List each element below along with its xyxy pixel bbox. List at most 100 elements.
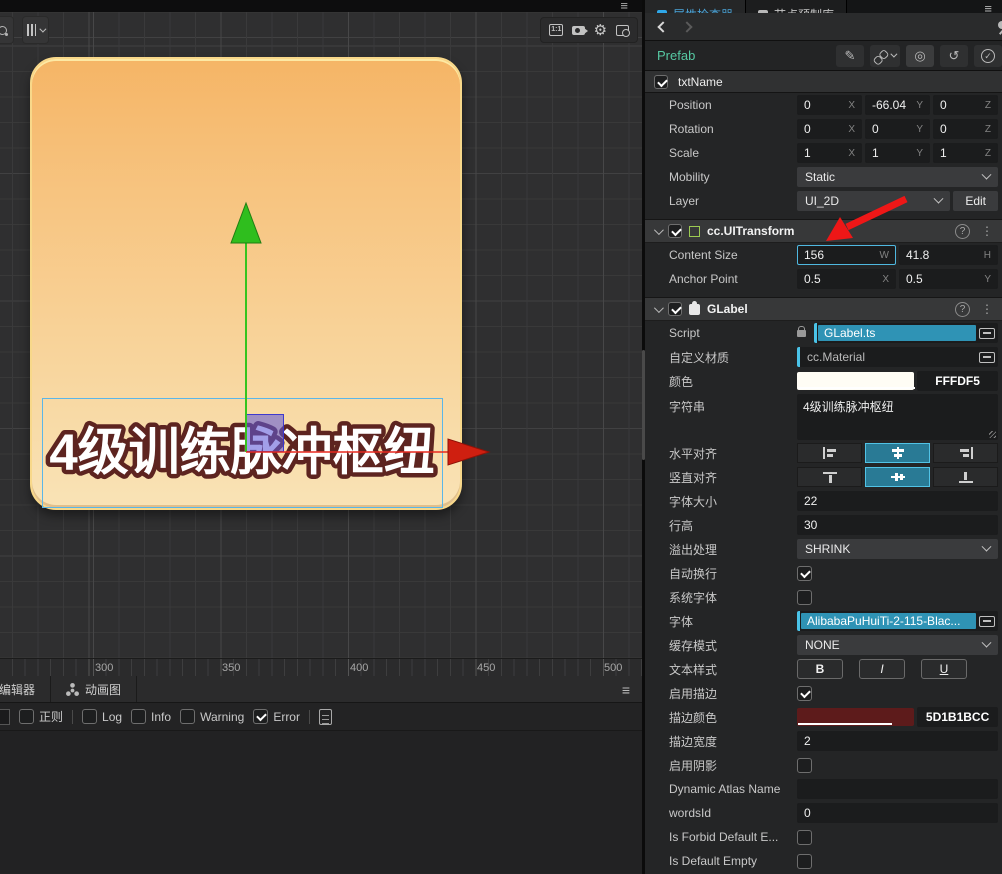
- script-asset-field[interactable]: GLabel.ts: [814, 323, 998, 343]
- gear-icon[interactable]: ⚙: [594, 23, 607, 38]
- prefab-edit-button[interactable]: ✎: [836, 44, 864, 67]
- info-checkbox[interactable]: [131, 709, 147, 724]
- text-style-row: 文本样式 B I U: [645, 657, 1002, 681]
- warning-checkbox[interactable]: [180, 709, 196, 724]
- aspect-ratio-icon[interactable]: 1:1: [549, 24, 564, 36]
- align-right-button[interactable]: [933, 443, 998, 463]
- prefab-unlink-button[interactable]: [870, 44, 900, 67]
- camera-icon[interactable]: [571, 25, 588, 35]
- prefab-apply-button[interactable]: ✓: [974, 44, 1002, 67]
- layer-edit-button[interactable]: Edit: [953, 191, 998, 211]
- color-swatch[interactable]: [797, 372, 916, 390]
- tab-editor[interactable]: 编辑器: [0, 676, 52, 702]
- search-input[interactable]: [0, 708, 10, 725]
- console-log-area[interactable]: [0, 731, 642, 873]
- tab-animation-graph[interactable]: 动画图: [51, 676, 138, 702]
- rotation-x-input[interactable]: 0X: [797, 119, 862, 139]
- filter-error[interactable]: Error: [253, 709, 300, 724]
- more-options-icon[interactable]: ⋮: [981, 302, 993, 316]
- is-default-empty-checkbox[interactable]: [797, 853, 812, 869]
- uitransform-icon: [689, 225, 700, 237]
- scale-x-input[interactable]: 1X: [797, 143, 862, 163]
- align-center-button[interactable]: [865, 443, 930, 463]
- line-height-input[interactable]: 30: [797, 515, 998, 535]
- outline-color-swatch[interactable]: [797, 708, 915, 726]
- position-y-input[interactable]: -66.04 Y: [865, 95, 930, 115]
- glabel-section-header[interactable]: GLabel ? ⋮: [645, 297, 1002, 321]
- mobility-select[interactable]: Static: [797, 167, 998, 187]
- align-bottom-button[interactable]: [933, 467, 998, 487]
- regex-checkbox[interactable]: [19, 709, 34, 724]
- rotation-y-input[interactable]: 0Y: [865, 119, 930, 139]
- prefab-bar: Prefab ✎ ◎ ↺ ✓: [645, 41, 1002, 71]
- tab-label: 节点预制库: [774, 6, 834, 14]
- help-icon[interactable]: ?: [955, 301, 970, 317]
- more-options-icon[interactable]: ⋮: [981, 224, 993, 238]
- scale-y-input[interactable]: 1Y: [865, 143, 930, 163]
- content-size-w-input[interactable]: 156 W: [797, 245, 896, 265]
- prefab-locate-button[interactable]: ◎: [906, 44, 934, 67]
- align-middle-button[interactable]: [865, 467, 930, 487]
- error-checkbox[interactable]: [253, 709, 269, 724]
- image-settings-icon[interactable]: [615, 24, 630, 37]
- prefab-revert-button[interactable]: ↺: [940, 44, 968, 67]
- uitransform-section-header[interactable]: cc.UITransform ? ⋮: [645, 219, 1002, 243]
- anchor-handle[interactable]: [246, 414, 284, 452]
- glabel-enabled-checkbox[interactable]: [668, 302, 682, 316]
- shadow-enable-checkbox[interactable]: [797, 757, 812, 773]
- wrap-checkbox[interactable]: [797, 565, 812, 581]
- node-active-checkbox[interactable]: [654, 74, 668, 89]
- content-size-h-input[interactable]: 41.8 H: [899, 245, 998, 265]
- string-textarea[interactable]: 4级训练脉冲枢纽: [797, 394, 998, 440]
- forward-icon[interactable]: [681, 20, 693, 33]
- document-icon[interactable]: [318, 708, 332, 725]
- content-size-row: Content Size 156 W 41.8 H: [645, 243, 1002, 267]
- cache-mode-select[interactable]: NONE: [797, 635, 998, 655]
- outline-enable-checkbox[interactable]: [797, 685, 812, 701]
- align-left-button[interactable]: [797, 443, 862, 463]
- help-icon[interactable]: ?: [955, 223, 970, 239]
- filter-warning[interactable]: Warning: [180, 709, 244, 724]
- collapse-chevron-icon[interactable]: [653, 224, 664, 235]
- align-left-icon: [822, 447, 836, 459]
- font-asset-field[interactable]: AlibabaPuHuiTi-2-115-Blac...: [797, 611, 998, 631]
- font-size-input[interactable]: 22: [797, 491, 998, 511]
- scale-z-input[interactable]: 1Z: [933, 143, 998, 163]
- back-icon[interactable]: [657, 20, 669, 33]
- uitransform-enabled-checkbox[interactable]: [668, 224, 682, 238]
- console-menu-icon[interactable]: ≡: [622, 682, 630, 698]
- outline-width-input[interactable]: 2: [797, 731, 998, 751]
- italic-button[interactable]: I: [859, 659, 905, 679]
- rotation-z-input[interactable]: 0Z: [933, 119, 998, 139]
- anchor-y-input[interactable]: 0.5 Y: [899, 269, 998, 289]
- layer-select[interactable]: UI_2D: [797, 191, 951, 211]
- filter-info[interactable]: Info: [131, 709, 171, 724]
- position-x-input[interactable]: 0X: [797, 95, 862, 115]
- underline-button[interactable]: U: [921, 659, 967, 679]
- filter-log[interactable]: Log: [82, 709, 122, 724]
- field-label: Rotation: [669, 122, 714, 136]
- log-checkbox[interactable]: [82, 709, 98, 724]
- pin-icon[interactable]: [998, 21, 1002, 29]
- material-asset-field[interactable]: cc.Material: [797, 347, 998, 367]
- words-id-input[interactable]: 0: [797, 803, 998, 823]
- align-top-button[interactable]: [797, 467, 862, 487]
- position-z-input[interactable]: 0Z: [933, 95, 998, 115]
- gizmo-options-button[interactable]: [22, 16, 49, 44]
- outline-color-hex-value[interactable]: 5D1B1BCC: [917, 707, 998, 727]
- scene-tool-button[interactable]: [0, 16, 14, 44]
- node-name[interactable]: txtName: [678, 75, 723, 89]
- scene-view[interactable]: 1:1 ⚙ 4级训练脉冲枢纽: [0, 12, 642, 658]
- tab-property-inspector[interactable]: 属性检查器: [645, 0, 747, 13]
- regex-toggle[interactable]: 正则: [19, 708, 63, 725]
- tab-node-prefab-library[interactable]: 节点预制库: [746, 0, 848, 14]
- dynamic-atlas-input[interactable]: [797, 779, 998, 799]
- inspector-menu-icon[interactable]: ≡: [984, 1, 992, 13]
- bold-button[interactable]: B: [797, 659, 843, 679]
- overflow-select[interactable]: SHRINK: [797, 539, 998, 559]
- system-font-checkbox[interactable]: [797, 589, 812, 605]
- color-hex-value[interactable]: FFFDF5: [917, 371, 998, 391]
- is-forbid-default-checkbox[interactable]: [797, 829, 812, 845]
- anchor-x-input[interactable]: 0.5 X: [797, 269, 896, 289]
- collapse-chevron-icon[interactable]: [653, 302, 664, 313]
